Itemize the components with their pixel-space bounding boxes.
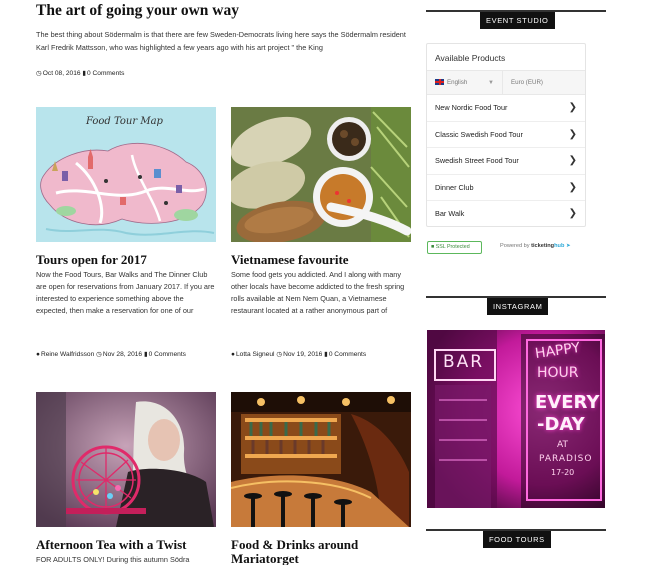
chevron-right-icon: ❯ xyxy=(568,128,577,140)
language-select[interactable]: English ▼ xyxy=(427,71,503,94)
clock-icon: ◷ xyxy=(96,351,102,358)
user-icon: ● xyxy=(231,351,235,358)
product-label: Swedish Street Food Tour xyxy=(435,156,519,165)
event-studio-label: EVENT STUDIO xyxy=(480,12,555,29)
powered-by[interactable]: Powered by ticketinghub ➤ xyxy=(500,243,571,249)
product-row[interactable]: Swedish Street Food Tour ❯ xyxy=(427,148,585,175)
product-label: Classic Swedish Food Tour xyxy=(435,129,523,139)
booking-widget: Available Products English ▼ Euro (EUR) … xyxy=(426,43,586,227)
post-comments[interactable]: 0 Comments xyxy=(149,351,186,358)
product-row[interactable]: Dinner Club ❯ xyxy=(427,175,585,201)
product-label: New Nordic Food Tour xyxy=(435,103,508,112)
uk-flag-icon xyxy=(435,79,444,86)
featured-post-meta: ◷Oct 08, 2016 ▮0 Comments xyxy=(36,69,124,77)
chevron-right-icon: ❯ xyxy=(568,208,577,219)
neon-day: -DAY xyxy=(537,414,585,435)
comment-icon: ▮ xyxy=(143,351,148,358)
map-caption: Food Tour Map xyxy=(86,116,163,127)
neon-at: AT xyxy=(557,440,568,450)
food-tour-map-image[interactable]: Food Tour Map xyxy=(36,107,216,242)
post-card: Food & Drinks around Mariatorget xyxy=(231,392,411,565)
product-list: New Nordic Food Tour ❯ Classic Swedish Foo… xyxy=(427,95,585,228)
ticketinghub-logo-icon: ➤ xyxy=(565,243,571,249)
product-row[interactable]: New Nordic Food Tour ❯ xyxy=(427,95,585,122)
lock-icon: ■ xyxy=(431,244,435,250)
post-date[interactable]: Oct 08, 2016 xyxy=(43,70,81,77)
post-title[interactable]: Vietnamese favourite xyxy=(231,253,411,267)
post-author[interactable]: Reine Walfridsson xyxy=(41,351,94,358)
instagram-label: INSTAGRAM xyxy=(487,298,549,315)
bar-interior-image[interactable] xyxy=(231,392,411,527)
chevron-down-icon: ▼ xyxy=(488,80,494,86)
chevron-right-icon: ❯ xyxy=(568,155,577,166)
post-date[interactable]: Nov 28, 2016 xyxy=(103,351,142,358)
instagram-photo[interactable]: BAR HAPPY HOUR EVERY -DAY AT PARADISO 17… xyxy=(427,330,605,508)
post-title[interactable]: Food & Drinks around Mariatorget xyxy=(231,538,411,565)
post-excerpt: Now the Food Tours, Bar Walks and The Di… xyxy=(36,270,215,315)
post-card: Food Tour Map Tours open for 2017 Now th… xyxy=(36,107,216,358)
clock-icon: ◷ xyxy=(276,351,283,358)
post-author[interactable]: Lotta Signeul xyxy=(236,351,275,358)
ssl-badge: ■ SSL Protected xyxy=(427,241,482,254)
afternoon-tea-image[interactable] xyxy=(36,392,216,527)
post-comments[interactable]: 0 Comments xyxy=(329,351,366,358)
chevron-right-icon: ❯ xyxy=(568,181,577,193)
clock-icon: ◷ xyxy=(36,70,42,77)
widget-selectors: English ▼ Euro (EUR) xyxy=(427,71,585,95)
user-icon: ● xyxy=(36,351,40,358)
food-tours-label: FOOD TOURS xyxy=(483,531,551,548)
post-comments[interactable]: 0 Comments xyxy=(87,70,124,77)
post-excerpt: FOR ADULTS ONLY! During this autumn Södr… xyxy=(36,555,190,564)
post-meta: ●Lotta Signeul ◷Nov 19, 2016 ▮0 Comments xyxy=(231,350,366,358)
neon-bar-sign: BAR xyxy=(443,352,485,372)
neon-every: EVERY xyxy=(535,392,600,413)
widget-heading: Available Products xyxy=(427,44,585,71)
product-label: Dinner Club xyxy=(435,182,474,192)
neon-paradiso: PARADISO xyxy=(539,454,593,464)
comment-icon: ▮ xyxy=(82,70,87,77)
post-excerpt: Some food gets you addicted. And I along… xyxy=(231,270,405,315)
neon-hours: 17-20 xyxy=(551,468,575,477)
product-row[interactable]: Bar Walk ❯ xyxy=(427,201,585,228)
featured-post-title[interactable]: The art of going your own way xyxy=(36,2,239,20)
featured-post-excerpt: The best thing about Södermalm is that t… xyxy=(36,30,406,52)
currency-select[interactable]: Euro (EUR) xyxy=(503,71,543,94)
post-date[interactable]: Nov 19, 2016 xyxy=(283,351,322,358)
chevron-right-icon: ❯ xyxy=(568,102,577,113)
comment-icon: ▮ xyxy=(324,351,328,358)
spring-rolls-image[interactable] xyxy=(231,107,411,242)
neon-hour: HOUR xyxy=(537,365,579,381)
post-meta: ●Reine Walfridsson ◷Nov 28, 2016 ▮0 Comm… xyxy=(36,350,186,358)
post-title[interactable]: Tours open for 2017 xyxy=(36,253,216,267)
post-card: Vietnamese favourite Some food gets you … xyxy=(231,107,411,358)
post-title[interactable]: Afternoon Tea with a Twist xyxy=(36,538,216,552)
post-card: Afternoon Tea with a Twist FOR ADULTS ON… xyxy=(36,392,216,565)
product-label: Bar Walk xyxy=(435,209,465,218)
product-row[interactable]: Classic Swedish Food Tour ❯ xyxy=(427,122,585,148)
